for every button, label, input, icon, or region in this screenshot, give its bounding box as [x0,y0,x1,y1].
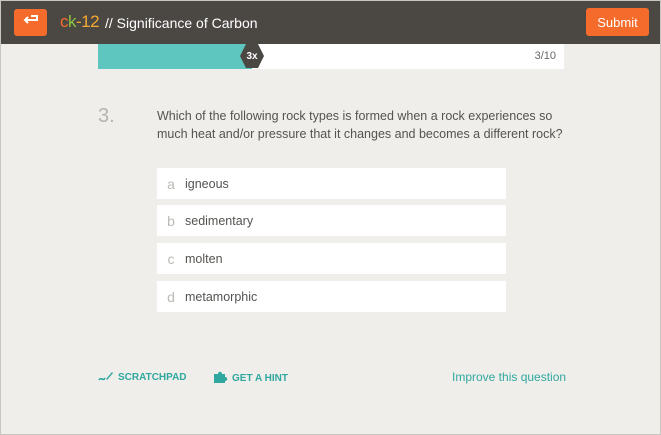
ck12-logo[interactable]: ck-12 [60,12,100,32]
pencil-icon [98,370,118,385]
option-label: molten [185,251,223,266]
answer-option-b[interactable]: b sedimentary [157,205,506,236]
improve-question-link[interactable]: Improve this question [452,370,566,384]
option-letter: c [167,250,175,267]
scratchpad-button[interactable]: SCRATCHPAD [98,370,187,385]
option-label: metamorphic [185,289,258,304]
question-text: Which of the following rock types is for… [157,109,563,141]
progress-count: 3/10 [534,50,556,62]
back-arrow-icon [22,13,40,32]
top-bar: ck-12 // Significance of Carbon Submit [1,1,660,44]
option-letter: b [167,212,175,229]
progress-fill [98,44,252,69]
option-label: igneous [185,176,229,191]
scratchpad-label: SCRATCHPAD [118,372,187,383]
hint-label: GET A HINT [232,373,288,384]
option-letter: a [167,175,175,192]
progress-bar: 3x 3/10 [98,44,564,69]
answer-option-c[interactable]: c molten [157,243,506,274]
answer-option-d[interactable]: d metamorphic [157,281,506,312]
get-hint-button[interactable]: GET A HINT [213,370,288,387]
page-title: // Significance of Carbon [105,15,258,31]
submit-button[interactable]: Submit [586,8,649,36]
puzzle-icon [213,370,232,387]
option-letter: d [167,288,175,305]
back-button[interactable] [14,9,47,36]
option-label: sedimentary [185,213,254,228]
question-number: 3. [98,105,115,127]
answer-option-a[interactable]: a igneous [157,168,506,199]
